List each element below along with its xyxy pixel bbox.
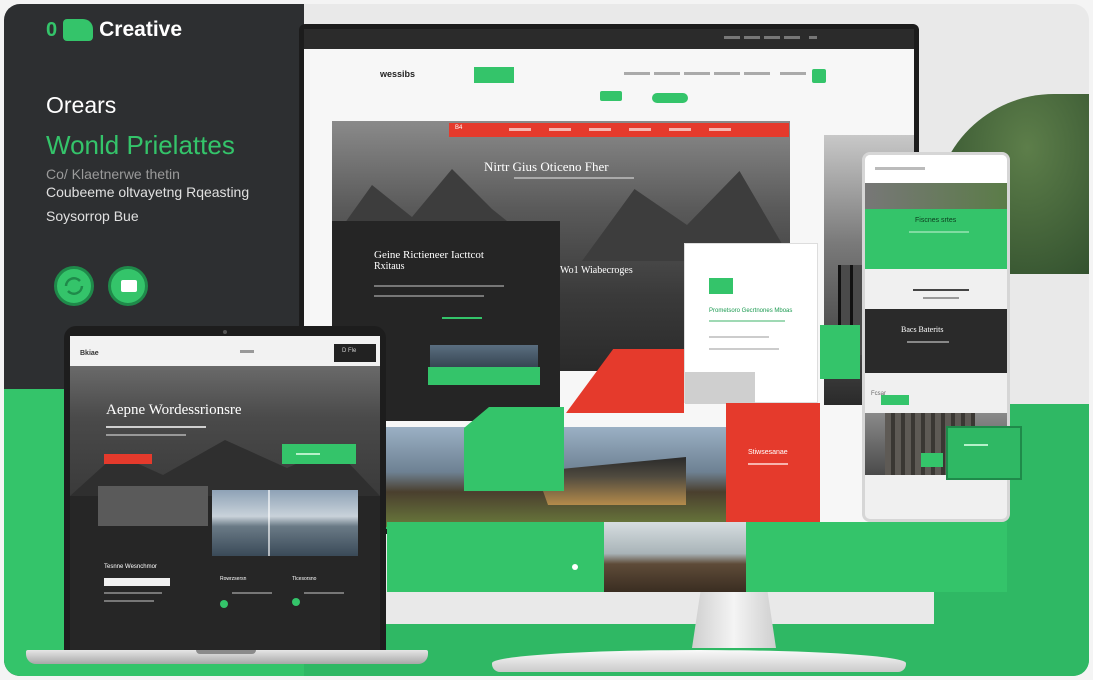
hero-title: Nirtr Gius Oticeno Fher (484, 159, 609, 174)
laptop-section-title: Tesnne Wesnchmor (104, 564, 157, 570)
red-block-title: Stiwsesanae (748, 449, 788, 456)
panel-title: Orears (46, 92, 117, 118)
phone-dark-title: Bacs Baterits (901, 325, 944, 334)
panel-line-1: Co/ Klaetnerwe thetin (46, 166, 180, 182)
nav-green-button[interactable] (812, 69, 826, 83)
laptop-dot-icon[interactable] (220, 600, 228, 608)
white-card-title: Prometsoro Gecrtnones Mboas (709, 308, 793, 314)
laptop-photo-left (98, 486, 208, 526)
hero-subtitle (514, 177, 634, 179)
phone-green-section: Fiscnes srtes (865, 209, 1007, 269)
card-title: Geine Rictieneer Iacttcot (374, 249, 484, 261)
showcase-canvas: 0 Creative Orears Wonld Prielattes Co/ K… (4, 4, 1089, 676)
red-bar-link[interactable] (669, 128, 691, 131)
laptop-input-box[interactable] (104, 578, 170, 586)
red-nav-bar: B4 (449, 123, 789, 137)
laptop-screen: Bkiae D Fle Aepne Wordessrionsre Tesnne … (70, 336, 380, 652)
lake-photo (604, 522, 746, 592)
red-bar-link[interactable] (629, 128, 651, 131)
red-bar-link[interactable] (709, 128, 731, 131)
brand-name: Creative (99, 18, 183, 41)
green-pill[interactable] (600, 91, 622, 101)
topbar-link[interactable] (724, 36, 740, 39)
laptop-red-button[interactable] (104, 454, 152, 464)
card-subtitle: Rxitaus (374, 261, 405, 272)
monitor-stand (692, 592, 776, 648)
floating-green-card (946, 426, 1022, 480)
phone-green-title: Fiscnes srtes (915, 217, 957, 224)
brand-logo[interactable]: 0 Creative (46, 18, 182, 42)
card-gray-block (685, 372, 755, 404)
monitor-screen: wessibs B4 Nirtr Gius Oticeno Fher Geine… (304, 29, 914, 529)
laptop-base (26, 650, 428, 664)
red-cta-block: Stiwsesanae (726, 403, 820, 527)
panel-line-3: Soysorrop Bue (46, 208, 139, 224)
nav-cta-button[interactable] (474, 67, 514, 83)
green-pill[interactable] (652, 93, 688, 103)
brand-prefix: 0 (46, 18, 58, 41)
monitor-topbar (304, 29, 914, 49)
nav-link[interactable] (624, 72, 650, 75)
green-wedge-shape (464, 407, 564, 491)
red-bar-label: B4 (455, 125, 463, 131)
topbar-link[interactable] (764, 36, 780, 39)
laptop-col-title-1: Rowrzsersn (220, 576, 247, 582)
phone-topbar (865, 155, 1007, 183)
phone-hero (865, 183, 1007, 211)
logo-mark-icon (63, 19, 94, 41)
panel-subtitle: Wonld Prielattes (46, 130, 235, 160)
green-accent-block (820, 325, 860, 379)
laptop-nav: Bkiae D Fle (70, 336, 380, 366)
laptop-nav-link[interactable] (240, 350, 254, 353)
laptop-nav-button[interactable]: D Fle (334, 344, 376, 362)
red-bar-link[interactable] (549, 128, 571, 131)
red-bar-link[interactable] (509, 128, 531, 131)
nav-link[interactable] (684, 72, 710, 75)
monitor-icon[interactable] (108, 266, 148, 306)
laptop: Bkiae D Fle Aepne Wordessrionsre Tesnne … (64, 326, 386, 654)
phone-green-button[interactable] (881, 395, 909, 405)
phone-green-tag[interactable] (921, 453, 943, 467)
site-logo[interactable]: wessibs (380, 69, 415, 79)
laptop-hero-title: Aepne Wordessrionsre (106, 402, 242, 418)
card-tag-button[interactable] (709, 278, 733, 294)
laptop-lake-photo (212, 490, 358, 556)
desktop-monitor: wessibs B4 Nirtr Gius Oticeno Fher Geine… (299, 24, 919, 534)
white-info-card: Prometsoro Gecrtnones Mboas (684, 243, 818, 404)
nav-link[interactable] (744, 72, 770, 75)
card-green-button[interactable] (428, 367, 540, 385)
topbar-link[interactable] (784, 36, 800, 39)
section-label: Wo1 Wiabecroges (560, 265, 633, 276)
phone-dark-section: Bacs Baterits (865, 309, 1007, 373)
laptop-col-title-2: Tlcesorsno (292, 576, 317, 582)
camera-icon (223, 330, 227, 334)
laptop-green-button[interactable] (282, 444, 356, 464)
nav-link[interactable] (654, 72, 680, 75)
laptop-dot-icon[interactable] (292, 598, 300, 606)
search-icon[interactable] (809, 36, 817, 39)
red-bar-link[interactable] (589, 128, 611, 131)
panel-line-2: Coubeeme oltvayetng Rqeasting (46, 184, 250, 200)
refresh-icon[interactable] (54, 266, 94, 306)
laptop-logo[interactable]: Bkiae (80, 350, 99, 357)
nav-link[interactable] (780, 72, 806, 75)
laptop-hero (70, 366, 380, 496)
nav-link[interactable] (714, 72, 740, 75)
laptop-nav-button-label: D Fle (342, 348, 357, 354)
topbar-link[interactable] (744, 36, 760, 39)
monitor-stand-base (492, 650, 906, 672)
dot-icon (572, 564, 578, 570)
